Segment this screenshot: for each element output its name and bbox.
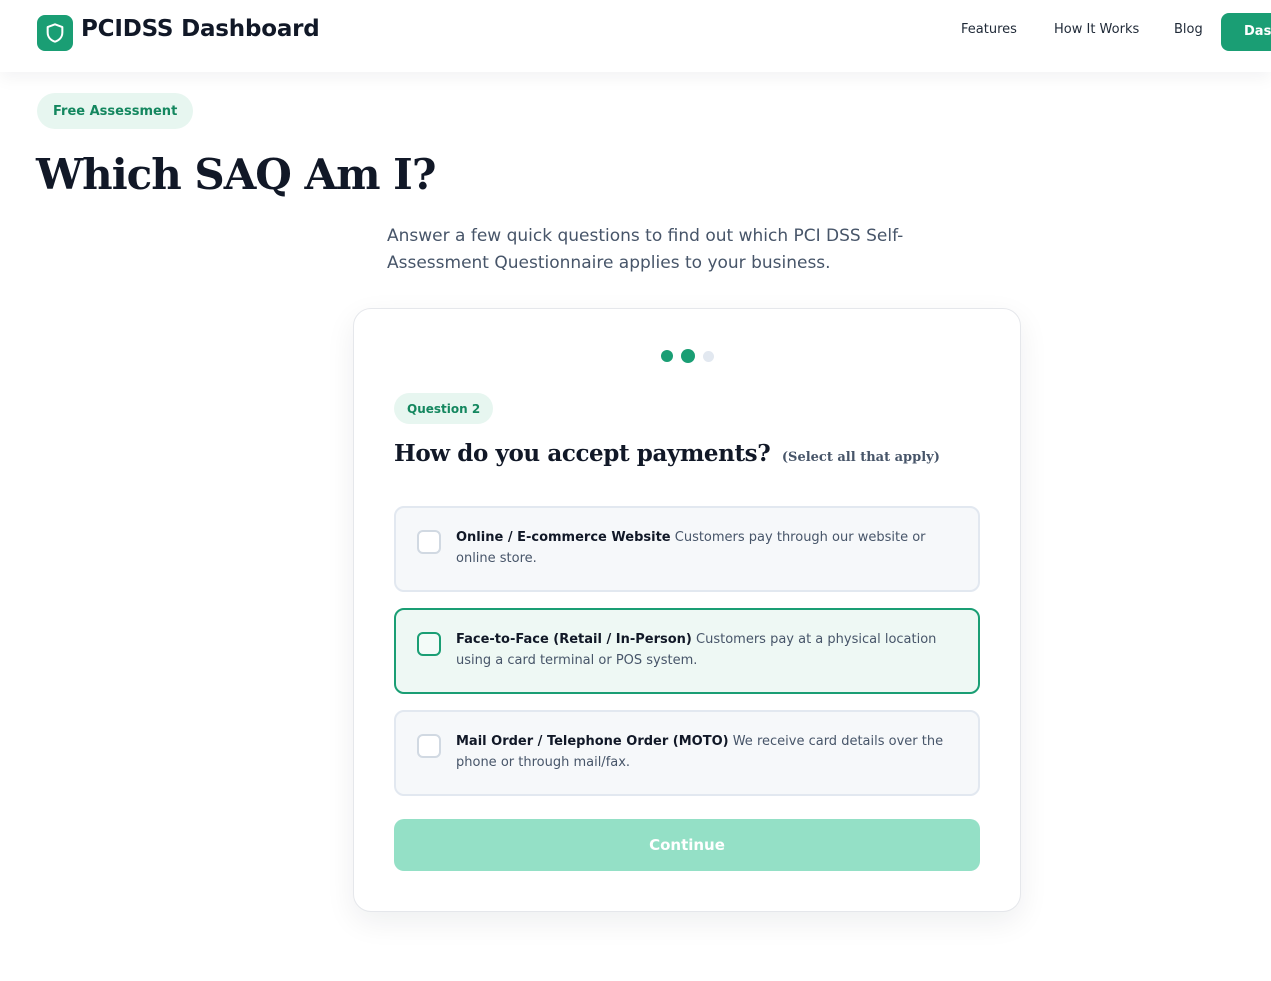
page-subtitle: Answer a few quick questions to find out…	[387, 226, 904, 273]
option-text: Online / E-commerce Website Customers pa…	[456, 527, 968, 569]
shield-icon	[46, 23, 64, 43]
option-title: Online / E-commerce Website	[456, 530, 671, 545]
site-header: PCIDSS Dashboard Features How It Works B…	[0, 0, 1271, 72]
option-title: Face-to-Face (Retail / In-Person)	[456, 632, 692, 647]
question-text: How do you accept payments?	[394, 440, 771, 467]
nav-features[interactable]: Features	[961, 22, 1017, 37]
quiz-card: Question 2 How do you accept payments? (…	[353, 308, 1021, 912]
option-checkbox[interactable]	[417, 734, 441, 758]
free-assessment-badge: Free Assessment	[37, 93, 194, 129]
brand-name[interactable]: PCIDSS Dashboard	[81, 16, 320, 42]
question-number-badge: Question 2	[394, 393, 494, 424]
page-title: Which SAQ Am I?	[36, 150, 436, 199]
option-text: Face-to-Face (Retail / In-Person) Custom…	[456, 629, 968, 671]
option-checkbox[interactable]	[417, 530, 441, 554]
progress-dots	[661, 349, 722, 363]
nav-blog[interactable]: Blog	[1174, 22, 1203, 37]
option-checkbox[interactable]	[417, 632, 441, 656]
option-title: Mail Order / Telephone Order (MOTO)	[456, 734, 729, 749]
nav-how-it-works[interactable]: How It Works	[1054, 22, 1139, 37]
dashboard-button[interactable]: Dashboard	[1221, 13, 1271, 51]
question-title: How do you accept payments? (Select all …	[394, 440, 940, 467]
progress-dot-3	[703, 350, 714, 362]
question-hint: (Select all that apply)	[781, 450, 940, 465]
progress-dot-2	[681, 349, 695, 363]
option-online-ecommerce[interactable]: Online / E-commerce Website Customers pa…	[394, 506, 980, 592]
option-text: Mail Order / Telephone Order (MOTO) We r…	[456, 731, 968, 773]
logo[interactable]	[37, 15, 73, 51]
option-moto[interactable]: Mail Order / Telephone Order (MOTO) We r…	[394, 710, 980, 796]
option-face-to-face[interactable]: Face-to-Face (Retail / In-Person) Custom…	[394, 608, 980, 694]
progress-dot-1	[661, 350, 673, 362]
continue-button[interactable]: Continue	[394, 819, 980, 871]
